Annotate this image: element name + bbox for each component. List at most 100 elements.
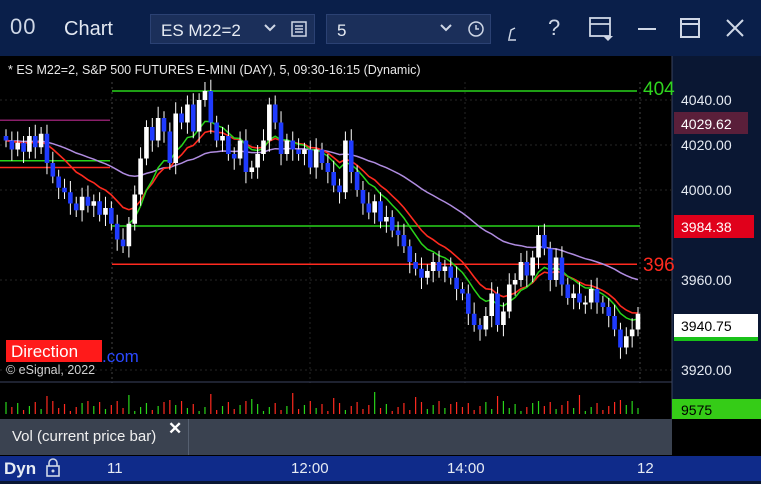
candle-body: [384, 217, 389, 222]
candle-body: [302, 149, 307, 154]
candle-body: [126, 223, 132, 247]
candle-body: [132, 194, 138, 224]
candle-body: [138, 158, 143, 195]
candle-body: [313, 149, 319, 168]
candle-body: [623, 336, 629, 348]
candle-body: [430, 262, 436, 271]
candle-body: [366, 203, 372, 213]
candle-body: [3, 136, 9, 141]
maximize-icon[interactable]: [679, 17, 701, 44]
candle-body: [343, 140, 348, 193]
time-label: 14:00: [447, 460, 485, 477]
candle-body: [401, 235, 407, 247]
candle-body: [214, 122, 219, 141]
candle-body: [501, 311, 506, 325]
candle-body: [354, 172, 360, 190]
candle-body: [372, 201, 377, 213]
candle-body: [68, 192, 73, 204]
candle-body: [460, 289, 465, 294]
chart-header: * ES M22=2, S&P 500 FUTURES E-MINI (DAY)…: [8, 63, 421, 77]
red-line-label: 396: [643, 255, 675, 276]
candle-body: [296, 149, 301, 154]
candle-body: [629, 329, 635, 337]
candle-body: [261, 140, 266, 154]
candle-body: [571, 293, 576, 298]
price-chart[interactable]: * ES M22=2, S&P 500 FUTURES E-MINI (DAY)…: [0, 56, 761, 456]
candle-body: [62, 187, 67, 193]
candle-body: [536, 235, 541, 258]
interval-selector[interactable]: 5: [326, 14, 491, 44]
candle-body: [331, 172, 337, 186]
price-tick: 4040.00: [681, 92, 732, 108]
candle-body: [44, 133, 50, 163]
candle-body: [583, 302, 588, 305]
candle-body: [389, 217, 395, 231]
price-tick: 4020.00: [681, 137, 732, 153]
volume-value: 9575: [681, 402, 712, 418]
help-icon[interactable]: ?: [545, 14, 565, 45]
volume-study-popup[interactable]: Vol (current price bar) ✕: [0, 419, 189, 455]
purple-level-price: 4029.62: [681, 116, 732, 132]
green-line-label: 404: [643, 79, 675, 100]
symbol-list-icon[interactable]: [291, 20, 307, 43]
candle-body: [307, 149, 313, 168]
candle-body: [495, 293, 500, 325]
chevron-down-icon[interactable]: [439, 21, 453, 38]
candle-body: [448, 266, 454, 278]
candle-body: [512, 280, 518, 285]
layout-menu-icon[interactable]: [588, 16, 614, 47]
candle-body: [50, 163, 56, 177]
minimize-icon[interactable]: [636, 19, 658, 44]
clock-icon[interactable]: [467, 20, 485, 43]
candle-body: [542, 235, 547, 249]
candle-body: [155, 118, 161, 141]
candle-body: [161, 118, 167, 132]
candle-body: [483, 316, 489, 330]
candle-body: [208, 91, 214, 123]
candle-body: [38, 133, 44, 148]
app-logo: 00: [10, 14, 37, 39]
direction-label: Direction: [11, 342, 78, 361]
candle-body: [27, 136, 32, 152]
time-axis[interactable]: Dyn 11 12:00 14:00 12: [0, 456, 761, 481]
candle-body: [553, 257, 559, 280]
candle-body: [348, 140, 354, 172]
close-icon[interactable]: [724, 17, 746, 44]
time-label: 12: [637, 460, 654, 477]
candle-body: [237, 140, 243, 159]
candle-body: [79, 196, 85, 211]
candle-body: [337, 185, 342, 193]
candle-body: [56, 176, 61, 188]
candle-body: [167, 131, 173, 163]
candle-body: [413, 262, 418, 269]
dynamic-label: Dyn: [4, 459, 37, 478]
candle-body: [278, 122, 284, 154]
candle-body: [231, 154, 237, 159]
candle-body: [524, 262, 530, 276]
candle-body: [255, 154, 260, 168]
candle-body: [606, 307, 612, 316]
candle-body: [588, 289, 594, 303]
candle-body: [21, 142, 26, 152]
price-tick: 4000.00: [681, 182, 732, 198]
candle-body: [267, 104, 272, 141]
price-tick: 3960.00: [681, 272, 732, 288]
candle-body: [594, 289, 600, 303]
lock-icon[interactable]: [44, 457, 62, 484]
candle-body: [179, 113, 184, 123]
candle-body: [635, 313, 641, 330]
com-label: .com: [102, 347, 139, 366]
candle-body: [436, 262, 442, 271]
volume-study-label: Vol (current price bar): [12, 428, 157, 445]
candle-body: [173, 113, 179, 163]
candle-body: [190, 104, 196, 132]
close-icon[interactable]: ✕: [168, 419, 182, 439]
symbol-selector[interactable]: ES M22=2: [150, 14, 315, 44]
chevron-down-icon[interactable]: [263, 21, 277, 38]
candle-body: [249, 167, 255, 172]
candle-body: [226, 136, 231, 154]
candle-body: [243, 140, 249, 172]
draw-tool-icon[interactable]: [506, 22, 522, 47]
candle-body: [471, 313, 477, 325]
price-tick: 3920.00: [681, 362, 732, 378]
